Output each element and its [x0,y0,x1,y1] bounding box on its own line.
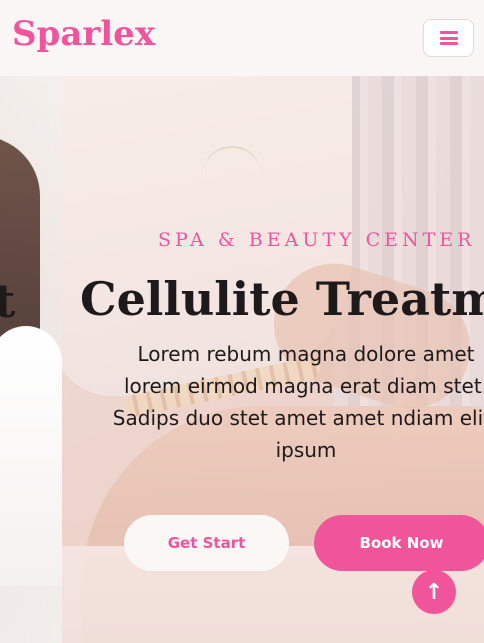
slide-subtitle: SPA & BEAUTY CENTER [158,229,476,251]
slide-description: Lorem rebum magna dolore amet lorem eirm… [112,342,484,462]
navbar: Sparlex [0,0,484,76]
hero-carousel[interactable]: t SPA & BEAUTY CENTER Cellulite Treatmen… [0,76,484,643]
book-now-button[interactable]: Book Now [314,515,484,571]
slide-title: Cellulite Treatmen [80,272,484,326]
hamburger-icon [439,31,458,45]
brand-logo[interactable]: Sparlex [12,14,155,54]
arrow-up-icon: ↑ [424,579,444,605]
get-start-button[interactable]: Get Start [124,515,289,571]
slide-caption: SPA & BEAUTY CENTER Cellulite Treatmen L… [0,76,484,643]
back-to-top-button[interactable]: ↑ [412,570,456,614]
navbar-toggle-button[interactable] [423,19,474,57]
